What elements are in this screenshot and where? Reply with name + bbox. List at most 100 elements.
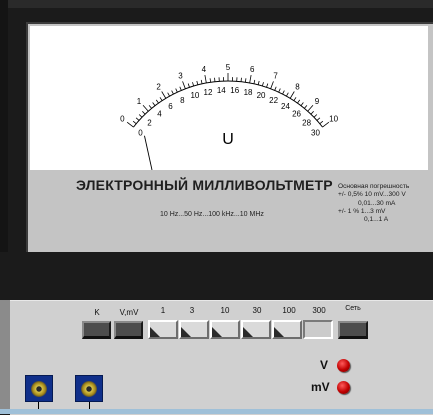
scale-tick bbox=[192, 82, 193, 86]
inner-scale-label: 20 bbox=[257, 91, 266, 100]
scale-tick bbox=[286, 93, 288, 96]
range-button-30[interactable] bbox=[241, 320, 271, 339]
meter-scale: 012345678910024681012141618202224262830U bbox=[30, 26, 428, 170]
accuracy-line-1: +/- 0,5% 10 mV...300 V bbox=[338, 191, 433, 199]
scale-tick bbox=[156, 100, 158, 103]
scale-arc bbox=[133, 81, 322, 127]
range-button-10[interactable] bbox=[210, 320, 240, 339]
scale-tick bbox=[136, 118, 139, 121]
control-panel bbox=[10, 300, 433, 415]
button-shadow bbox=[212, 327, 222, 337]
button-shadow bbox=[181, 327, 191, 337]
inner-scale-label: 18 bbox=[244, 88, 253, 97]
control-panel-edge bbox=[0, 300, 10, 414]
range-label-1: 1 bbox=[156, 306, 170, 315]
range-label-30: 30 bbox=[247, 306, 267, 315]
scale-tick bbox=[320, 121, 323, 124]
outer-scale-label: 2 bbox=[156, 82, 161, 91]
input-jack-2[interactable] bbox=[75, 375, 103, 402]
meter-needle bbox=[144, 136, 152, 170]
inner-scale-label: 14 bbox=[217, 86, 226, 95]
scale-tick bbox=[149, 105, 152, 108]
inner-scale-label: 26 bbox=[292, 110, 301, 119]
scale-tick bbox=[301, 103, 303, 106]
scale-tick bbox=[245, 78, 246, 82]
scale-tick bbox=[254, 80, 255, 84]
accuracy-spec: Основная погрешность +/- 0,5% 10 mV...30… bbox=[338, 183, 433, 224]
scale-tick bbox=[160, 97, 162, 100]
inner-scale-label: 6 bbox=[168, 102, 173, 111]
inner-scale-label: 28 bbox=[302, 119, 311, 128]
scale-tick bbox=[271, 81, 274, 88]
scale-tick bbox=[283, 91, 285, 95]
range-button-1[interactable] bbox=[148, 320, 178, 339]
outer-scale-label: 1 bbox=[137, 97, 142, 106]
scale-tick bbox=[267, 84, 268, 88]
k-label: K bbox=[90, 308, 104, 317]
outer-scale-label: 8 bbox=[295, 82, 300, 91]
scale-tick bbox=[262, 82, 263, 86]
range-button-3[interactable] bbox=[179, 320, 209, 339]
inner-scale-label: 2 bbox=[147, 119, 152, 128]
scale-tick bbox=[250, 75, 251, 83]
power-switch[interactable] bbox=[338, 321, 368, 339]
v-mv-switch[interactable] bbox=[114, 321, 143, 339]
scale-tick bbox=[210, 78, 211, 82]
outer-scale-label: 4 bbox=[202, 65, 207, 74]
range-label-300: 300 bbox=[308, 306, 330, 315]
scale-tick bbox=[162, 92, 166, 99]
meter-title: ЭЛЕКТРОННЫЙ МИЛЛИВОЛЬТМЕТР bbox=[76, 177, 333, 193]
scale-tick bbox=[279, 89, 281, 93]
scale-dial: 012345678910024681012141618202224262830U bbox=[30, 26, 428, 170]
jack-socket-icon bbox=[81, 381, 97, 397]
frequency-range-label: 10 Hz...50 Hz...100 kHz...10 MHz bbox=[160, 211, 264, 218]
scale-tick bbox=[290, 92, 294, 99]
outer-scale-label: 10 bbox=[329, 115, 338, 124]
outer-scale-label: 5 bbox=[226, 63, 231, 72]
scale-tick bbox=[311, 111, 314, 114]
outer-scale-label: 0 bbox=[120, 115, 125, 124]
vmv-label: V,mV bbox=[114, 308, 144, 317]
outer-scale-label: 6 bbox=[250, 65, 255, 74]
inner-scale-label: 10 bbox=[190, 91, 199, 100]
scale-tick bbox=[168, 93, 170, 96]
scale-tick bbox=[258, 81, 259, 85]
inner-scale-label: 24 bbox=[281, 102, 290, 111]
scale-tick bbox=[323, 122, 329, 127]
scale-tick bbox=[153, 103, 155, 106]
v-indicator-label: V bbox=[320, 358, 328, 372]
power-label: Сеть bbox=[338, 305, 368, 312]
scale-tick bbox=[304, 105, 307, 108]
range-label-3: 3 bbox=[185, 306, 199, 315]
button-shadow bbox=[150, 327, 160, 337]
range-label-100: 100 bbox=[278, 306, 300, 315]
inner-scale-label: 8 bbox=[180, 96, 185, 105]
scale-tick bbox=[275, 87, 277, 91]
scale-tick bbox=[294, 97, 296, 100]
accuracy-heading: Основная погрешность bbox=[338, 183, 433, 191]
k-switch[interactable] bbox=[82, 321, 111, 339]
top-frame bbox=[0, 0, 433, 8]
inner-scale-label: 22 bbox=[269, 96, 278, 105]
button-shadow bbox=[274, 327, 284, 337]
inner-scale-label: 12 bbox=[204, 88, 213, 97]
outer-scale-label: 7 bbox=[273, 72, 278, 81]
panel-gap bbox=[0, 252, 433, 300]
range-button-300[interactable] bbox=[303, 320, 333, 339]
inner-scale-label: 0 bbox=[138, 129, 143, 138]
accuracy-line-2: 0,01...30 mA bbox=[338, 200, 433, 208]
inner-scale-label: 16 bbox=[230, 86, 239, 95]
scale-tick bbox=[188, 84, 189, 88]
accuracy-line-4: 0,1...1 A bbox=[338, 216, 433, 224]
scale-tick bbox=[314, 114, 317, 117]
range-button-100[interactable] bbox=[272, 320, 302, 339]
unit-symbol: U bbox=[222, 131, 234, 148]
scale-tick bbox=[317, 118, 320, 121]
inner-scale-label: 30 bbox=[311, 129, 320, 138]
scale-tick bbox=[183, 81, 186, 88]
input-jack-1[interactable] bbox=[25, 375, 53, 402]
button-shadow bbox=[243, 327, 253, 337]
scale-tick bbox=[143, 105, 148, 111]
scale-tick bbox=[308, 105, 313, 111]
scale-tick bbox=[197, 81, 198, 85]
